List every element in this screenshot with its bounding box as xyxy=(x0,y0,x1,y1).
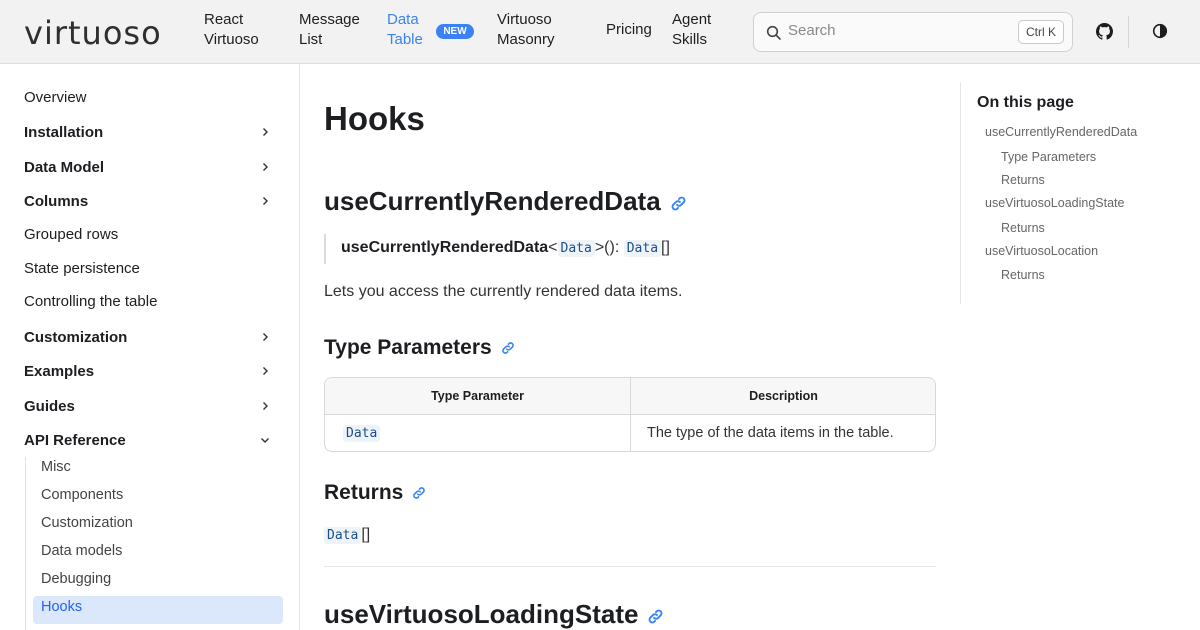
sidebar-item-label: Customization xyxy=(24,329,128,346)
section-heading-use-currently-rendered-data: useCurrentlyRenderedData xyxy=(324,186,688,217)
sidebar-item-installation[interactable]: Installation xyxy=(24,124,282,141)
type-param-code[interactable]: Data xyxy=(343,425,381,442)
heading-text: Returns xyxy=(324,481,404,504)
chevron-right-icon xyxy=(263,163,268,171)
table-cell-description: The type of the data items in the table. xyxy=(647,425,894,441)
nav-message-list[interactable]: Message List xyxy=(299,10,360,50)
anchor-link-icon[interactable] xyxy=(500,340,516,356)
sidebar-item-label: Controlling the table xyxy=(24,293,158,310)
sidebar-item-data-model[interactable]: Data Model xyxy=(24,159,282,176)
anchor-link-icon[interactable] xyxy=(411,485,427,501)
section-divider xyxy=(324,566,936,567)
return-type-code[interactable]: Data xyxy=(623,240,662,257)
heading-text: useVirtuosoLoadingState xyxy=(324,599,639,629)
toc-item-type-parameters[interactable]: Type Parameters xyxy=(1001,150,1096,164)
section-heading-use-virtuoso-loading-state: useVirtuosoLoadingState xyxy=(324,599,665,630)
chevron-down-icon xyxy=(261,438,269,443)
nav-agent-skills[interactable]: Agent Skills xyxy=(672,10,711,50)
sidebar-subitem-debugging[interactable]: Debugging xyxy=(41,571,111,587)
nav-data-table[interactable]: Data Table xyxy=(387,10,423,50)
function-signature: useCurrentlyRenderedData< Data >(): Data[] xyxy=(324,234,670,264)
sidebar-item-label: Data Model xyxy=(24,159,105,176)
toc-item-returns[interactable]: Returns xyxy=(1001,173,1045,187)
nav-react-virtuoso[interactable]: React Virtuoso xyxy=(204,10,259,50)
nav-pricing[interactable]: Pricing xyxy=(606,20,652,40)
chevron-right-icon xyxy=(263,197,268,205)
return-type-code[interactable]: Data xyxy=(324,527,362,544)
anchor-link-icon[interactable] xyxy=(669,194,688,213)
toc-item-returns[interactable]: Returns xyxy=(1001,268,1045,282)
sidebar-subitem-misc[interactable]: Misc xyxy=(41,459,71,475)
theme-toggle-icon[interactable] xyxy=(1152,23,1168,39)
nav-virtuoso-masonry[interactable]: Virtuoso Masonry xyxy=(497,10,555,50)
sidebar-item-guides[interactable]: Guides xyxy=(24,398,282,415)
sidebar-subitem-components[interactable]: Components xyxy=(41,487,123,503)
sidebar-item-label: API Reference xyxy=(24,432,126,449)
sidebar-subtree-guide xyxy=(25,457,26,630)
new-badge: NEW xyxy=(436,24,474,39)
sidebar-item-api-reference[interactable]: API Reference xyxy=(24,432,282,449)
returns-heading: Returns xyxy=(324,481,427,505)
table-header-description: Description xyxy=(630,378,935,415)
search-placeholder: Search xyxy=(788,22,836,39)
sidebar-subitem-customization[interactable]: Customization xyxy=(41,515,133,531)
sidebar-item-controlling-the-table[interactable]: Controlling the table xyxy=(24,293,282,310)
sidebar-item-grouped-rows[interactable]: Grouped rows xyxy=(24,226,282,243)
type-parameters-heading: Type Parameters xyxy=(324,336,516,360)
sidebar-item-overview[interactable]: Overview xyxy=(24,89,282,106)
table-header-type-parameter: Type Parameter xyxy=(325,378,630,415)
virtuoso-logo[interactable]: virtuoso xyxy=(24,15,182,49)
page-title: Hooks xyxy=(324,100,425,137)
signature-punct: [] xyxy=(661,239,670,256)
search-shortcut-key: Ctrl K xyxy=(1018,20,1064,44)
table-cell-type-param: Data xyxy=(343,415,381,451)
top-navbar: virtuoso React Virtuoso Message List Dat… xyxy=(0,0,1200,64)
toc-border xyxy=(960,82,961,304)
search-box[interactable]: Search Ctrl K xyxy=(753,12,1073,52)
sidebar-item-label: Overview xyxy=(24,89,87,106)
sidebar-subitem-hooks[interactable]: Hooks xyxy=(41,599,82,615)
sidebar-item-label: Examples xyxy=(24,363,95,380)
chevron-right-icon xyxy=(263,128,268,136)
heading-text: Type Parameters xyxy=(324,336,492,359)
chevron-right-icon xyxy=(263,333,268,341)
navbar-divider xyxy=(1128,16,1129,48)
sidebar-item-label: Grouped rows xyxy=(24,226,119,243)
type-parameters-table: Type Parameter Description Data The type… xyxy=(324,377,936,452)
sidebar-item-examples[interactable]: Examples xyxy=(24,363,282,380)
toc-item-use-virtuoso-loading-state[interactable]: useVirtuosoLoadingState xyxy=(985,196,1124,210)
sidebar: Overview Installation Data Model Columns… xyxy=(0,64,300,630)
toc-item-use-currently-rendered-data[interactable]: useCurrentlyRenderedData xyxy=(985,125,1137,139)
toc-title: On this page xyxy=(977,94,1074,111)
sidebar-item-label: Guides xyxy=(24,398,75,415)
anchor-link-icon[interactable] xyxy=(646,607,665,626)
search-icon xyxy=(766,25,781,40)
sidebar-item-label: Columns xyxy=(24,193,89,210)
type-param-code[interactable]: Data xyxy=(557,240,595,257)
heading-text: useCurrentlyRenderedData xyxy=(324,186,661,216)
svg-text:virtuoso: virtuoso xyxy=(24,15,162,49)
sidebar-item-label: State persistence xyxy=(24,260,140,277)
signature-punct: < xyxy=(548,239,558,256)
toc-item-returns[interactable]: Returns xyxy=(1001,221,1045,235)
sidebar-item-columns[interactable]: Columns xyxy=(24,193,282,210)
returns-value: Data[] xyxy=(324,526,370,544)
signature-name: useCurrentlyRenderedData xyxy=(341,239,549,256)
github-icon[interactable] xyxy=(1096,23,1113,40)
chevron-right-icon xyxy=(263,367,268,375)
sidebar-item-customization[interactable]: Customization xyxy=(24,329,282,346)
signature-punct: >(): xyxy=(594,239,620,256)
sidebar-item-label: Installation xyxy=(24,124,104,141)
section-description: Lets you access the currently rendered d… xyxy=(324,283,683,300)
toc-item-use-virtuoso-location[interactable]: useVirtuosoLocation xyxy=(985,244,1098,258)
sidebar-subitem-data-models[interactable]: Data models xyxy=(41,543,122,559)
sidebar-item-state-persistence[interactable]: State persistence xyxy=(24,260,282,277)
chevron-right-icon xyxy=(263,402,268,410)
table-column-divider xyxy=(630,378,631,451)
returns-brackets: [] xyxy=(361,526,371,543)
